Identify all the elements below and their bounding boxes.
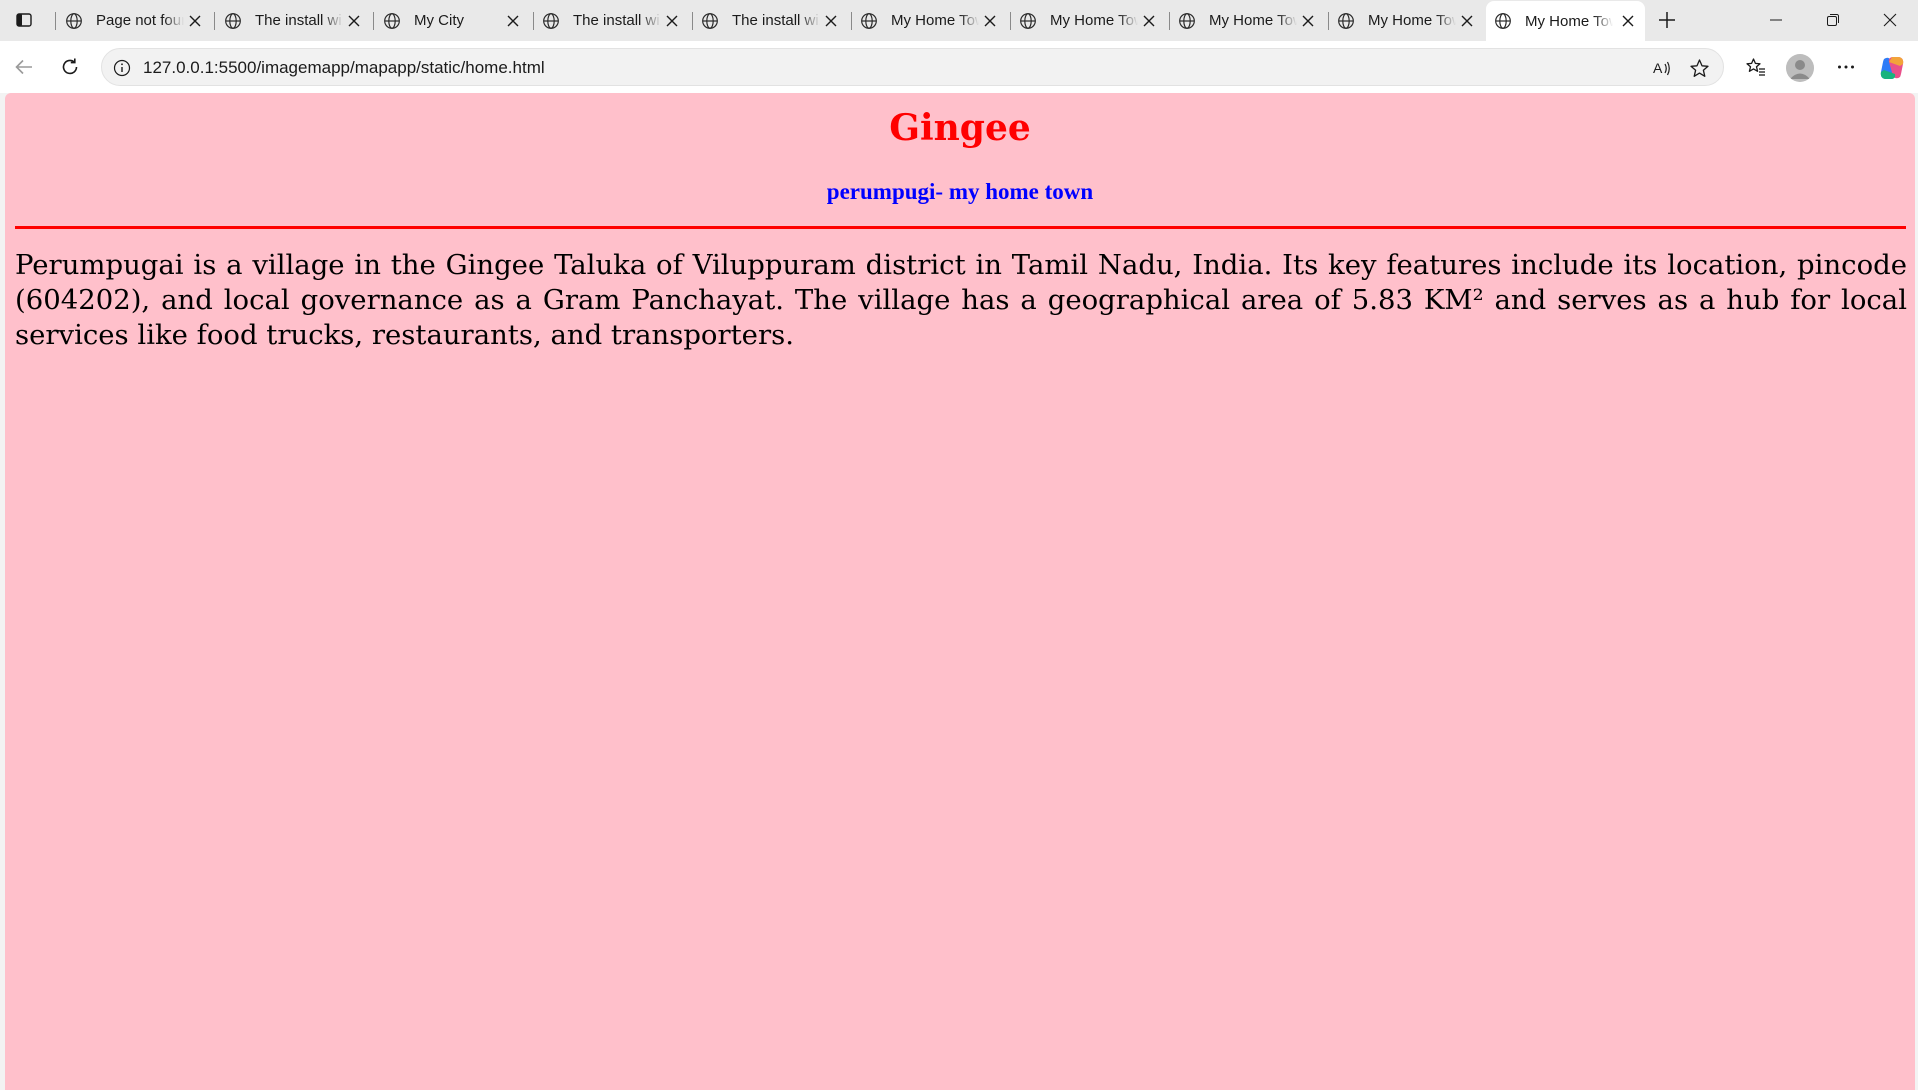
tab-separator <box>214 12 215 30</box>
close-icon[interactable] <box>663 12 681 30</box>
close-icon[interactable] <box>1299 12 1317 30</box>
horizontal-rule <box>15 226 1906 229</box>
globe-icon <box>542 12 560 30</box>
close-icon[interactable] <box>822 12 840 30</box>
tab-3[interactable]: The install wizard <box>534 4 689 37</box>
page-viewport: Gingee perumpugi- my home town Perumpuga… <box>5 93 1915 1090</box>
close-window-icon[interactable] <box>1862 0 1918 40</box>
tab-strip: Page not found The install wizard My Cit… <box>0 0 1918 41</box>
back-arrow-icon[interactable] <box>7 50 41 84</box>
tab-4[interactable]: The install wizard <box>693 4 848 37</box>
tab-0[interactable]: Page not found <box>57 4 212 37</box>
close-icon[interactable] <box>1140 12 1158 30</box>
tab-title: My City <box>414 12 464 29</box>
tab-9-active[interactable]: My Home Town <box>1486 1 1645 41</box>
address-bar[interactable]: 127.0.0.1:5500/imagemapp/mapapp/static/h… <box>101 48 1724 86</box>
refresh-icon[interactable] <box>53 50 87 84</box>
restore-icon[interactable] <box>1805 0 1861 40</box>
tab-7[interactable]: My Home Town <box>1170 4 1325 37</box>
globe-icon <box>224 12 242 30</box>
close-icon[interactable] <box>981 12 999 30</box>
globe-icon <box>1019 12 1037 30</box>
browser-toolbar: 127.0.0.1:5500/imagemapp/mapapp/static/h… <box>0 41 1918 93</box>
tab-6[interactable]: My Home Town <box>1011 4 1166 37</box>
tab-title: The install wizard <box>255 12 343 29</box>
globe-icon <box>1178 12 1196 30</box>
star-icon[interactable] <box>1687 56 1711 80</box>
tab-title: My Home Town <box>1525 12 1613 30</box>
tab-8[interactable]: My Home Town <box>1329 4 1484 37</box>
tab-5[interactable]: My Home Town <box>852 4 1007 37</box>
globe-icon <box>701 12 719 30</box>
tab-title: The install wizard <box>732 12 820 29</box>
tab-1[interactable]: The install wizard <box>216 4 371 37</box>
tab-2[interactable]: My City <box>375 4 530 37</box>
svg-text:A: A <box>1653 60 1663 76</box>
globe-icon <box>1494 12 1512 30</box>
avatar-icon[interactable] <box>1786 54 1814 82</box>
tab-title: Page not found <box>96 12 184 29</box>
globe-icon <box>383 12 401 30</box>
minimize-icon[interactable] <box>1748 0 1804 40</box>
tab-title: My Home Town <box>1209 12 1297 29</box>
tab-title: The install wizard <box>573 12 661 29</box>
copilot-icon[interactable] <box>1878 54 1906 82</box>
globe-icon <box>860 12 878 30</box>
read-aloud-icon[interactable]: A <box>1650 56 1674 80</box>
page-body-paragraph: Perumpugai is a village in the Gingee Ta… <box>15 249 1907 351</box>
favorites-icon[interactable] <box>1739 50 1773 84</box>
tab-actions-icon[interactable] <box>10 8 38 32</box>
tab-title: My Home Town <box>891 12 979 29</box>
tab-separator <box>373 12 374 30</box>
page-title: Gingee <box>889 107 1031 149</box>
info-icon[interactable] <box>112 58 132 78</box>
more-icon[interactable] <box>1829 50 1863 84</box>
close-icon[interactable] <box>345 12 363 30</box>
globe-icon <box>1337 12 1355 30</box>
plus-icon[interactable] <box>1653 7 1681 33</box>
page-subtitle: perumpugi- my home town <box>826 179 1094 204</box>
tab-title: My Home Town <box>1368 12 1456 29</box>
tab-title: My Home Town <box>1050 12 1138 29</box>
close-icon[interactable] <box>186 12 204 30</box>
close-icon[interactable] <box>504 12 522 30</box>
close-icon[interactable] <box>1458 12 1476 30</box>
globe-icon <box>65 12 83 30</box>
url-text[interactable]: 127.0.0.1:5500/imagemapp/mapapp/static/h… <box>143 58 545 78</box>
tab-separator <box>55 12 56 30</box>
close-icon[interactable] <box>1619 12 1637 30</box>
